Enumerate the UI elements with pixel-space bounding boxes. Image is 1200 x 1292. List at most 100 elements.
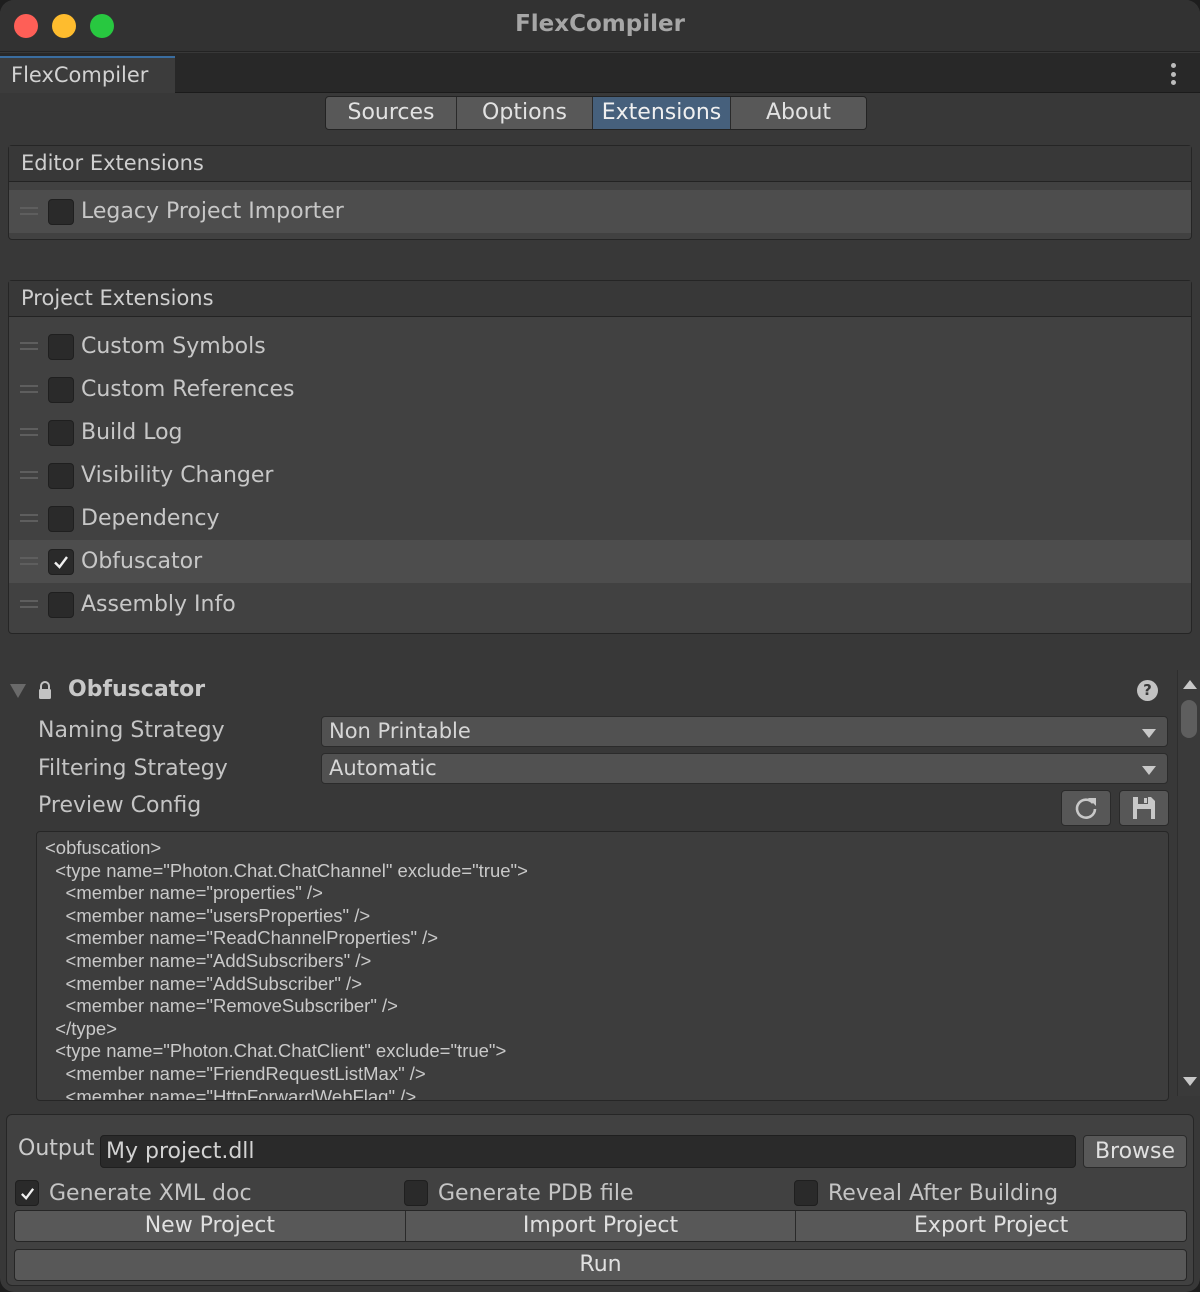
obfuscator-inspector-header: Obfuscator ? bbox=[0, 672, 1176, 710]
list-item[interactable]: Custom References bbox=[9, 368, 1191, 411]
generate-pdb-checkbox[interactable] bbox=[404, 1180, 428, 1206]
drag-handle-icon[interactable] bbox=[20, 428, 38, 436]
generate-pdb-option[interactable]: Generate PDB file bbox=[404, 1179, 634, 1207]
list-item-label: Obfuscator bbox=[81, 549, 203, 574]
scroll-down-arrow-icon[interactable] bbox=[1183, 1077, 1197, 1086]
checkmark-icon bbox=[54, 555, 68, 569]
reveal-after-building-label: Reveal After Building bbox=[828, 1180, 1059, 1206]
drag-handle-icon[interactable] bbox=[20, 207, 38, 215]
drag-handle-icon[interactable] bbox=[20, 471, 38, 479]
code-lines: <obfuscation> <type name="Photon.Chat.Ch… bbox=[45, 837, 1168, 1101]
editor-extensions-panel: Editor Extensions Legacy Project Importe… bbox=[8, 145, 1192, 240]
list-item-label: Custom References bbox=[81, 377, 295, 402]
save-icon bbox=[1133, 797, 1155, 819]
list-item[interactable]: Legacy Project Importer bbox=[9, 190, 1191, 233]
list-item[interactable]: Assembly Info bbox=[9, 583, 1191, 626]
generate-pdb-label: Generate PDB file bbox=[438, 1180, 634, 1206]
checkbox[interactable] bbox=[48, 591, 74, 618]
filtering-strategy-value: Automatic bbox=[329, 756, 437, 780]
reveal-after-building-checkbox[interactable] bbox=[794, 1180, 818, 1206]
checkmark-icon bbox=[20, 1187, 34, 1200]
refresh-button[interactable] bbox=[1061, 790, 1111, 826]
vertical-scrollbar[interactable] bbox=[1177, 670, 1200, 1096]
project-extensions-panel: Project Extensions Custom Symbols Custom … bbox=[8, 280, 1192, 634]
app-window: FlexCompiler FlexCompiler Sources Option… bbox=[0, 0, 1200, 1292]
project-buttons: New Project Import Project Export Projec… bbox=[14, 1210, 1187, 1242]
drag-handle-icon[interactable] bbox=[20, 514, 38, 522]
lock-icon[interactable] bbox=[38, 681, 52, 699]
code-line: <obfuscation> bbox=[45, 837, 162, 858]
code-line: <type name="Photon.Chat.ChatClient" excl… bbox=[45, 1040, 507, 1062]
code-line: <type name="Photon.Chat.ChatChannel" exc… bbox=[45, 859, 528, 881]
export-project-button[interactable]: Export Project bbox=[796, 1211, 1186, 1241]
drag-handle-icon[interactable] bbox=[20, 557, 38, 565]
scrollbar-thumb[interactable] bbox=[1181, 700, 1197, 738]
run-button[interactable]: Run bbox=[14, 1249, 1187, 1281]
list-item-label: Assembly Info bbox=[81, 592, 236, 617]
generate-xml-doc-checkbox[interactable] bbox=[15, 1180, 39, 1206]
tab-sources[interactable]: Sources bbox=[326, 97, 457, 129]
drag-handle-icon[interactable] bbox=[20, 600, 38, 608]
naming-strategy-value: Non Printable bbox=[329, 719, 471, 743]
tab-about[interactable]: About bbox=[731, 97, 866, 129]
code-line: <member name="AddSubscribers" /> bbox=[45, 949, 372, 971]
kebab-menu-icon[interactable] bbox=[1170, 63, 1176, 85]
save-button[interactable] bbox=[1119, 790, 1169, 826]
checkbox[interactable] bbox=[48, 419, 74, 446]
list-item-label: Custom Symbols bbox=[81, 334, 266, 359]
drag-handle-icon[interactable] bbox=[20, 385, 38, 393]
output-panel: Output My project.dll Browse Generate XM… bbox=[6, 1114, 1194, 1286]
help-icon[interactable]: ? bbox=[1137, 680, 1158, 701]
new-project-button[interactable]: New Project bbox=[15, 1211, 406, 1241]
code-line: <member name="usersProperties" /> bbox=[45, 904, 371, 926]
checkbox[interactable] bbox=[48, 462, 74, 489]
list-item[interactable]: Build Log bbox=[9, 411, 1191, 454]
list-item[interactable]: Custom Symbols bbox=[9, 325, 1191, 368]
foldout-triangle-icon[interactable] bbox=[10, 684, 26, 698]
code-line: </type> bbox=[45, 1017, 117, 1039]
drag-handle-icon[interactable] bbox=[20, 342, 38, 350]
generate-xml-doc-option[interactable]: Generate XML doc bbox=[15, 1179, 252, 1207]
tab-options[interactable]: Options bbox=[457, 97, 593, 129]
editor-extensions-title: Editor Extensions bbox=[9, 146, 1191, 182]
chevron-down-icon bbox=[1142, 766, 1156, 775]
checkbox[interactable] bbox=[48, 505, 74, 532]
tab-extensions[interactable]: Extensions bbox=[593, 97, 731, 129]
checkbox[interactable] bbox=[48, 333, 74, 360]
filtering-strategy-dropdown[interactable]: Automatic bbox=[321, 753, 1168, 784]
title-bar: FlexCompiler bbox=[0, 0, 1200, 52]
list-item-label: Dependency bbox=[81, 506, 220, 531]
browse-button[interactable]: Browse bbox=[1083, 1135, 1187, 1168]
list-item[interactable]: Visibility Changer bbox=[9, 454, 1191, 497]
output-label: Output bbox=[18, 1136, 95, 1161]
checkbox[interactable] bbox=[48, 376, 74, 403]
code-line: <member name="AddSubscriber" /> bbox=[45, 972, 362, 994]
code-line: <member name="FriendRequestListMax" /> bbox=[45, 1062, 426, 1084]
list-item[interactable]: Obfuscator bbox=[9, 540, 1191, 583]
editor-tab-flexcompiler[interactable]: FlexCompiler bbox=[0, 56, 175, 93]
naming-strategy-dropdown[interactable]: Non Printable bbox=[321, 716, 1168, 747]
list-item-label: Legacy Project Importer bbox=[81, 199, 344, 224]
output-path-input[interactable]: My project.dll bbox=[100, 1135, 1076, 1168]
preview-config-label: Preview Config bbox=[38, 793, 202, 818]
checkbox[interactable] bbox=[48, 548, 74, 575]
preview-config-textarea[interactable]: <obfuscation> <type name="Photon.Chat.Ch… bbox=[36, 831, 1169, 1101]
naming-strategy-label: Naming Strategy bbox=[38, 718, 225, 743]
import-project-button[interactable]: Import Project bbox=[405, 1211, 797, 1241]
reveal-after-building-option[interactable]: Reveal After Building bbox=[794, 1179, 1058, 1207]
section-tabs: Sources Options Extensions About bbox=[325, 96, 867, 130]
chevron-down-icon bbox=[1142, 729, 1156, 738]
project-extensions-list: Custom Symbols Custom References Build Log… bbox=[9, 317, 1191, 626]
window-title: FlexCompiler bbox=[515, 11, 685, 37]
editor-tab-strip: FlexCompiler bbox=[0, 53, 1200, 93]
scroll-up-arrow-icon[interactable] bbox=[1183, 680, 1197, 689]
refresh-icon bbox=[1075, 798, 1097, 819]
filtering-strategy-label: Filtering Strategy bbox=[38, 756, 228, 781]
code-line: <member name="RemoveSubscriber" /> bbox=[45, 995, 398, 1017]
inspector-title: Obfuscator bbox=[68, 677, 206, 702]
code-line: <member name="HttpForwardWebFlag" /> bbox=[45, 1085, 417, 1101]
list-item-label: Visibility Changer bbox=[81, 463, 274, 488]
code-line: <member name="ReadChannelProperties" /> bbox=[45, 927, 439, 949]
list-item[interactable]: Dependency bbox=[9, 497, 1191, 540]
checkbox[interactable] bbox=[48, 198, 74, 225]
